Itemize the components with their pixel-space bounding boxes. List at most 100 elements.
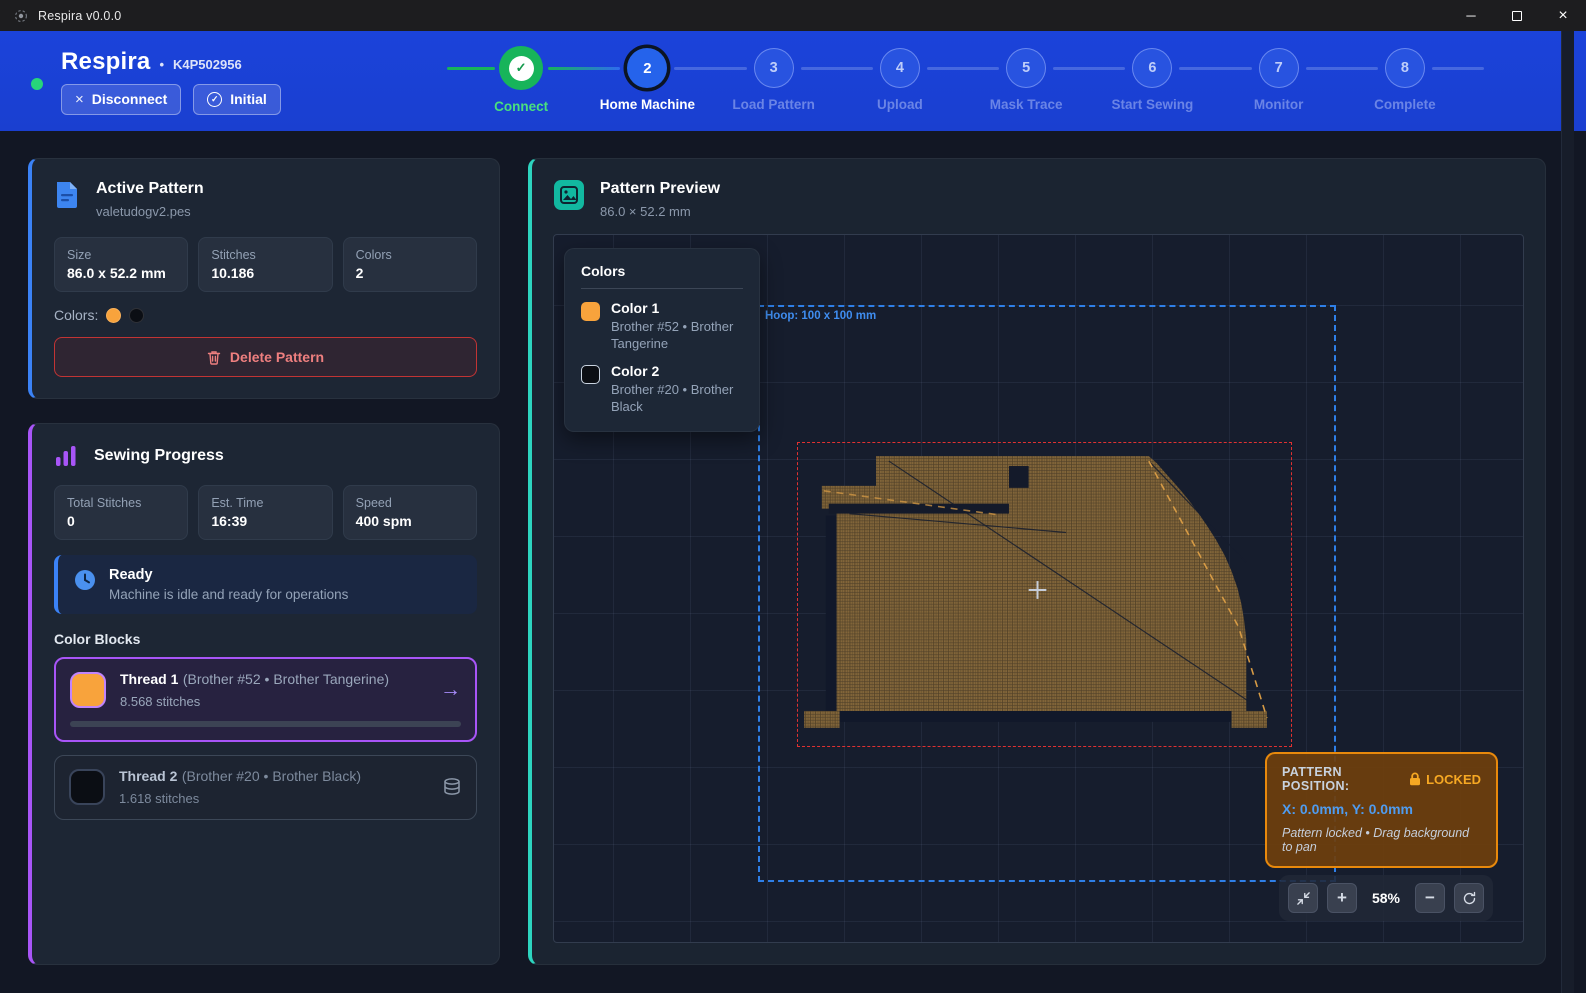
thread-1-progress-bar [70, 721, 461, 727]
step-number: 4 [880, 48, 920, 88]
step-label: Upload [877, 97, 923, 112]
maximize-icon [1512, 11, 1522, 21]
zoom-in-button[interactable]: + [1327, 883, 1357, 913]
initial-button[interactable]: ✓ Initial [193, 84, 281, 115]
zoom-out-button[interactable]: − [1415, 883, 1445, 913]
step-upload[interactable]: 4 Upload [837, 48, 963, 114]
color-swatch-orange [106, 308, 121, 323]
window-scrollbar[interactable] [1561, 31, 1574, 993]
legend-swatch-orange [581, 302, 600, 321]
thread-2-swatch [69, 769, 105, 805]
step-number: 3 [754, 48, 794, 88]
step-monitor[interactable]: 7 Monitor [1216, 48, 1342, 114]
legend-divider [581, 288, 743, 289]
card-title: Pattern Preview [600, 180, 720, 198]
stat-size: Size 86.0 x 52.2 mm [54, 237, 188, 292]
workflow-stepper: ✓ Connect 2 Home Machine 3 Load Pattern … [458, 48, 1468, 114]
position-label: PATTERN POSITION: [1282, 765, 1409, 793]
thread-1-detail: (Brother #52 • Brother Tangerine) [183, 671, 389, 687]
zoom-level: 58% [1366, 890, 1406, 906]
thread-2-name: Thread 2 [119, 768, 177, 784]
step-connect[interactable]: ✓ Connect [458, 48, 584, 114]
thread-2-detail: (Brother #20 • Brother Black) [182, 768, 361, 784]
step-start-sewing[interactable]: 6 Start Sewing [1089, 48, 1215, 114]
fit-to-screen-button[interactable] [1288, 883, 1318, 913]
step-home-machine[interactable]: 2 Home Machine [584, 48, 710, 114]
initial-label: Initial [230, 91, 267, 107]
document-icon [54, 180, 80, 210]
machine-serial: K4P502956 [173, 57, 242, 72]
refresh-icon [1462, 891, 1477, 906]
step-mask-trace[interactable]: 5 Mask Trace [963, 48, 1089, 114]
preview-canvas[interactable]: Hoop: 100 x 100 mm [553, 234, 1524, 943]
step-number: 8 [1385, 48, 1425, 88]
card-title: Active Pattern [96, 180, 204, 198]
stat-stitches: Stitches 10.186 [198, 237, 332, 292]
color-blocks-label: Color Blocks [54, 631, 477, 647]
step-number: 2 [627, 48, 667, 88]
colors-legend-panel: Colors Color 1 Brother #52 • Brother Tan… [564, 248, 760, 432]
close-icon: × [75, 91, 84, 108]
thread-1-stitches: 8.568 stitches [120, 694, 426, 709]
step-number: 5 [1006, 48, 1046, 88]
step-label: Monitor [1254, 97, 1304, 112]
maximize-button[interactable] [1494, 0, 1540, 31]
thread-1-name: Thread 1 [120, 671, 178, 687]
position-coords: X: 0.0mm, Y: 0.0mm [1282, 801, 1481, 817]
step-label: Connect [494, 99, 548, 114]
stat-total-stitches: Total Stitches 0 [54, 485, 188, 540]
machine-status-box: Ready Machine is idle and ready for oper… [54, 555, 477, 614]
status-title: Ready [109, 567, 348, 583]
minimize-icon: ─ [1466, 8, 1475, 23]
minimize-button[interactable]: ─ [1448, 0, 1494, 31]
stat-est-time: Est. Time 16:39 [198, 485, 332, 540]
delete-pattern-label: Delete Pattern [230, 349, 324, 365]
lock-icon [1409, 772, 1421, 786]
arrow-right-icon[interactable]: → [440, 678, 461, 702]
close-button[interactable]: × [1540, 0, 1586, 31]
zoom-toolbar: + 58% − [1279, 875, 1493, 921]
close-icon: × [1558, 7, 1567, 25]
thread-2-stitches: 1.618 stitches [119, 791, 428, 806]
step-label: Start Sewing [1111, 97, 1193, 112]
app-icon [13, 8, 29, 24]
pattern-position-overlay: PATTERN POSITION: LOCKED X: 0.0mm, Y: 0.… [1265, 752, 1498, 868]
thread-block-2[interactable]: Thread 2 (Brother #20 • Brother Black) 1… [54, 755, 477, 820]
step-number: 6 [1132, 48, 1172, 88]
brand-name: Respira [61, 48, 150, 76]
legend-item-color-1: Color 1 Brother #52 • Brother Tangerine [581, 300, 743, 353]
card-title: Sewing Progress [94, 447, 224, 465]
stat-colors: Colors 2 [343, 237, 477, 292]
reset-view-button[interactable] [1454, 883, 1484, 913]
fit-icon [1296, 891, 1311, 906]
step-label: Mask Trace [990, 97, 1063, 112]
thread-block-1[interactable]: Thread 1 (Brother #52 • Brother Tangerin… [54, 657, 477, 742]
delete-pattern-button[interactable]: Delete Pattern [54, 337, 477, 377]
pattern-preview-card: Pattern Preview 86.0 × 52.2 mm Hoop: 100… [528, 158, 1546, 965]
color-swatch-black [129, 308, 144, 323]
sewing-progress-card: Sewing Progress Total Stitches 0 Est. Ti… [28, 423, 500, 965]
step-label: Home Machine [600, 97, 695, 112]
image-icon [554, 180, 584, 210]
legend-item-color-2: Color 2 Brother #20 • Brother Black [581, 363, 743, 416]
layers-icon [442, 777, 462, 797]
disconnect-button[interactable]: × Disconnect [61, 84, 181, 115]
active-pattern-card: Active Pattern valetudogv2.pes Size 86.0… [28, 158, 500, 399]
step-complete[interactable]: 8 Complete [1342, 48, 1468, 114]
title-bar: Respira v0.0.0 ─ × [0, 0, 1586, 31]
legend-swatch-black [581, 365, 600, 384]
stat-speed: Speed 400 spm [343, 485, 477, 540]
trash-icon [207, 350, 221, 365]
app-header: Respira • K4P502956 × Disconnect ✓ Initi… [0, 31, 1586, 131]
bullet-separator: • [159, 57, 164, 72]
step-label: Load Pattern [732, 97, 815, 112]
step-complete-icon: ✓ [499, 46, 543, 90]
check-circle-icon: ✓ [207, 92, 222, 107]
step-load-pattern[interactable]: 3 Load Pattern [711, 48, 837, 114]
position-hint: Pattern locked • Drag background to pan [1282, 826, 1481, 854]
bar-chart-icon [54, 445, 78, 467]
connection-status-dot [31, 78, 43, 90]
disconnect-label: Disconnect [92, 91, 167, 107]
pattern-dimensions: 86.0 × 52.2 mm [600, 204, 720, 219]
pattern-filename: valetudogv2.pes [96, 204, 204, 219]
